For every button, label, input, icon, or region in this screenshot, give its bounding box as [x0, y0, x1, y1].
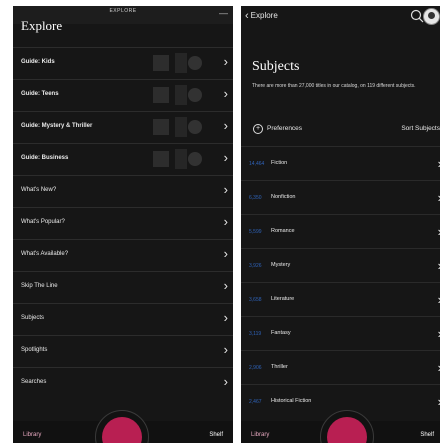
subject-name: Fantasy	[271, 330, 291, 336]
list-item[interactable]: Guide: Mystery & Thriller ›	[13, 111, 233, 142]
subject-count: 5,599	[249, 229, 262, 235]
page-title: Subjects	[252, 59, 300, 74]
subject-count: 3,926	[249, 263, 262, 269]
sort-subjects-button[interactable]: Sort Subjects	[401, 125, 440, 132]
guide-artwork	[145, 51, 205, 75]
chevron-right-icon: ›	[223, 150, 228, 165]
chevron-right-icon: ›	[223, 374, 228, 389]
subject-name: Historical Fiction	[271, 398, 312, 404]
subject-row[interactable]: 6,350Nonfiction›	[241, 180, 440, 214]
list-item[interactable]: Guide: Business ›	[13, 143, 233, 174]
preferences-button[interactable]: + Preferences	[253, 124, 302, 134]
list-item[interactable]: What's New? ›	[13, 175, 233, 206]
list-item[interactable]: Guide: Teens ›	[13, 79, 233, 110]
center-action-button[interactable]	[95, 410, 149, 443]
page-title: Explore	[21, 18, 63, 33]
list-item-label: Guide: Business	[21, 155, 69, 161]
chevron-right-icon: ›	[223, 54, 228, 69]
plus-circle-icon: +	[253, 124, 263, 134]
list-item-label: Skip The Line	[21, 283, 58, 289]
subject-count: 3,119	[249, 331, 262, 337]
avatar[interactable]	[423, 8, 440, 25]
guide-artwork	[145, 115, 205, 139]
subject-name: Romance	[271, 228, 295, 234]
list-item[interactable]: Guide: Kids ›	[13, 47, 233, 78]
subject-name: Nonfiction	[271, 194, 296, 200]
search-icon[interactable]	[410, 9, 424, 23]
subject-row[interactable]: 3,658Literature›	[241, 282, 440, 316]
tab-shelf[interactable]: Shelf	[420, 432, 434, 438]
guide-artwork	[145, 83, 205, 107]
chevron-right-icon: ›	[223, 86, 228, 101]
tab-library[interactable]: Library	[251, 432, 269, 438]
list-item-label: Guide: Mystery & Thriller	[21, 123, 93, 129]
list-item-label: What's Popular?	[21, 219, 65, 225]
action-icon	[102, 417, 142, 443]
chevron-right-icon: ›	[223, 310, 228, 325]
subject-row[interactable]: 3,926Mystery›	[241, 248, 440, 282]
subject-name: Literature	[271, 296, 295, 302]
chevron-right-icon: ›	[223, 118, 228, 133]
list-item-label: Spotlights	[21, 347, 48, 353]
list-item-label: What's New?	[21, 187, 57, 193]
list-item-label: Guide: Teens	[21, 91, 59, 97]
action-icon	[327, 417, 367, 443]
guide-artwork	[145, 147, 205, 171]
chevron-right-icon: ›	[223, 278, 228, 293]
list-item-label: What's Available?	[21, 251, 69, 257]
header-label: EXPLORE	[109, 8, 137, 14]
minimize-icon[interactable]: —	[219, 8, 228, 18]
subject-count: 3,658	[249, 297, 262, 303]
preferences-label: Preferences	[267, 125, 303, 132]
chevron-right-icon: ›	[223, 246, 228, 261]
tab-library[interactable]: Library	[23, 432, 41, 438]
back-label: Explore	[250, 11, 278, 20]
list-item[interactable]: What's Available? ›	[13, 239, 233, 270]
list-item[interactable]: Searches ›	[13, 367, 233, 398]
back-button[interactable]: ‹ Explore	[245, 9, 278, 22]
subject-name: Mystery	[271, 262, 291, 268]
subject-count: 2,906	[249, 365, 262, 371]
tab-shelf[interactable]: Shelf	[209, 432, 223, 438]
chevron-right-icon: ›	[223, 214, 228, 229]
list-item-label: Searches	[21, 379, 47, 385]
subject-row[interactable]: 3,119Fantasy›	[241, 316, 440, 350]
chevron-left-icon: ‹	[245, 10, 249, 22]
subject-row[interactable]: 14,464Fiction›	[241, 146, 440, 180]
list-item[interactable]: Subjects ›	[13, 303, 233, 334]
explore-panel: EXPLORE — Explore Guide: Kids › Guide: Tee…	[13, 6, 233, 443]
subject-row[interactable]: 2,906Thriller›	[241, 350, 440, 384]
list-item-label: Guide: Kids	[21, 59, 55, 65]
subject-name: Fiction	[271, 160, 288, 166]
chevron-right-icon: ›	[223, 182, 228, 197]
subject-count: 6,350	[249, 195, 262, 201]
list-item[interactable]: Spotlights ›	[13, 335, 233, 366]
subject-row[interactable]: 5,599Romance›	[241, 214, 440, 248]
subject-name: Thriller	[271, 364, 288, 370]
chevron-right-icon: ›	[223, 342, 228, 357]
list-item-label: Subjects	[21, 315, 45, 321]
subject-count: 14,464	[249, 161, 265, 167]
subject-count: 2,467	[249, 399, 262, 405]
list-item[interactable]: What's Popular? ›	[13, 207, 233, 238]
subjects-panel: ‹ Explore Subjects There are more than 27…	[241, 6, 440, 443]
list-item[interactable]: Skip The Line ›	[13, 271, 233, 302]
subjects-description: There are more than 27,000 titles in our…	[252, 83, 416, 89]
